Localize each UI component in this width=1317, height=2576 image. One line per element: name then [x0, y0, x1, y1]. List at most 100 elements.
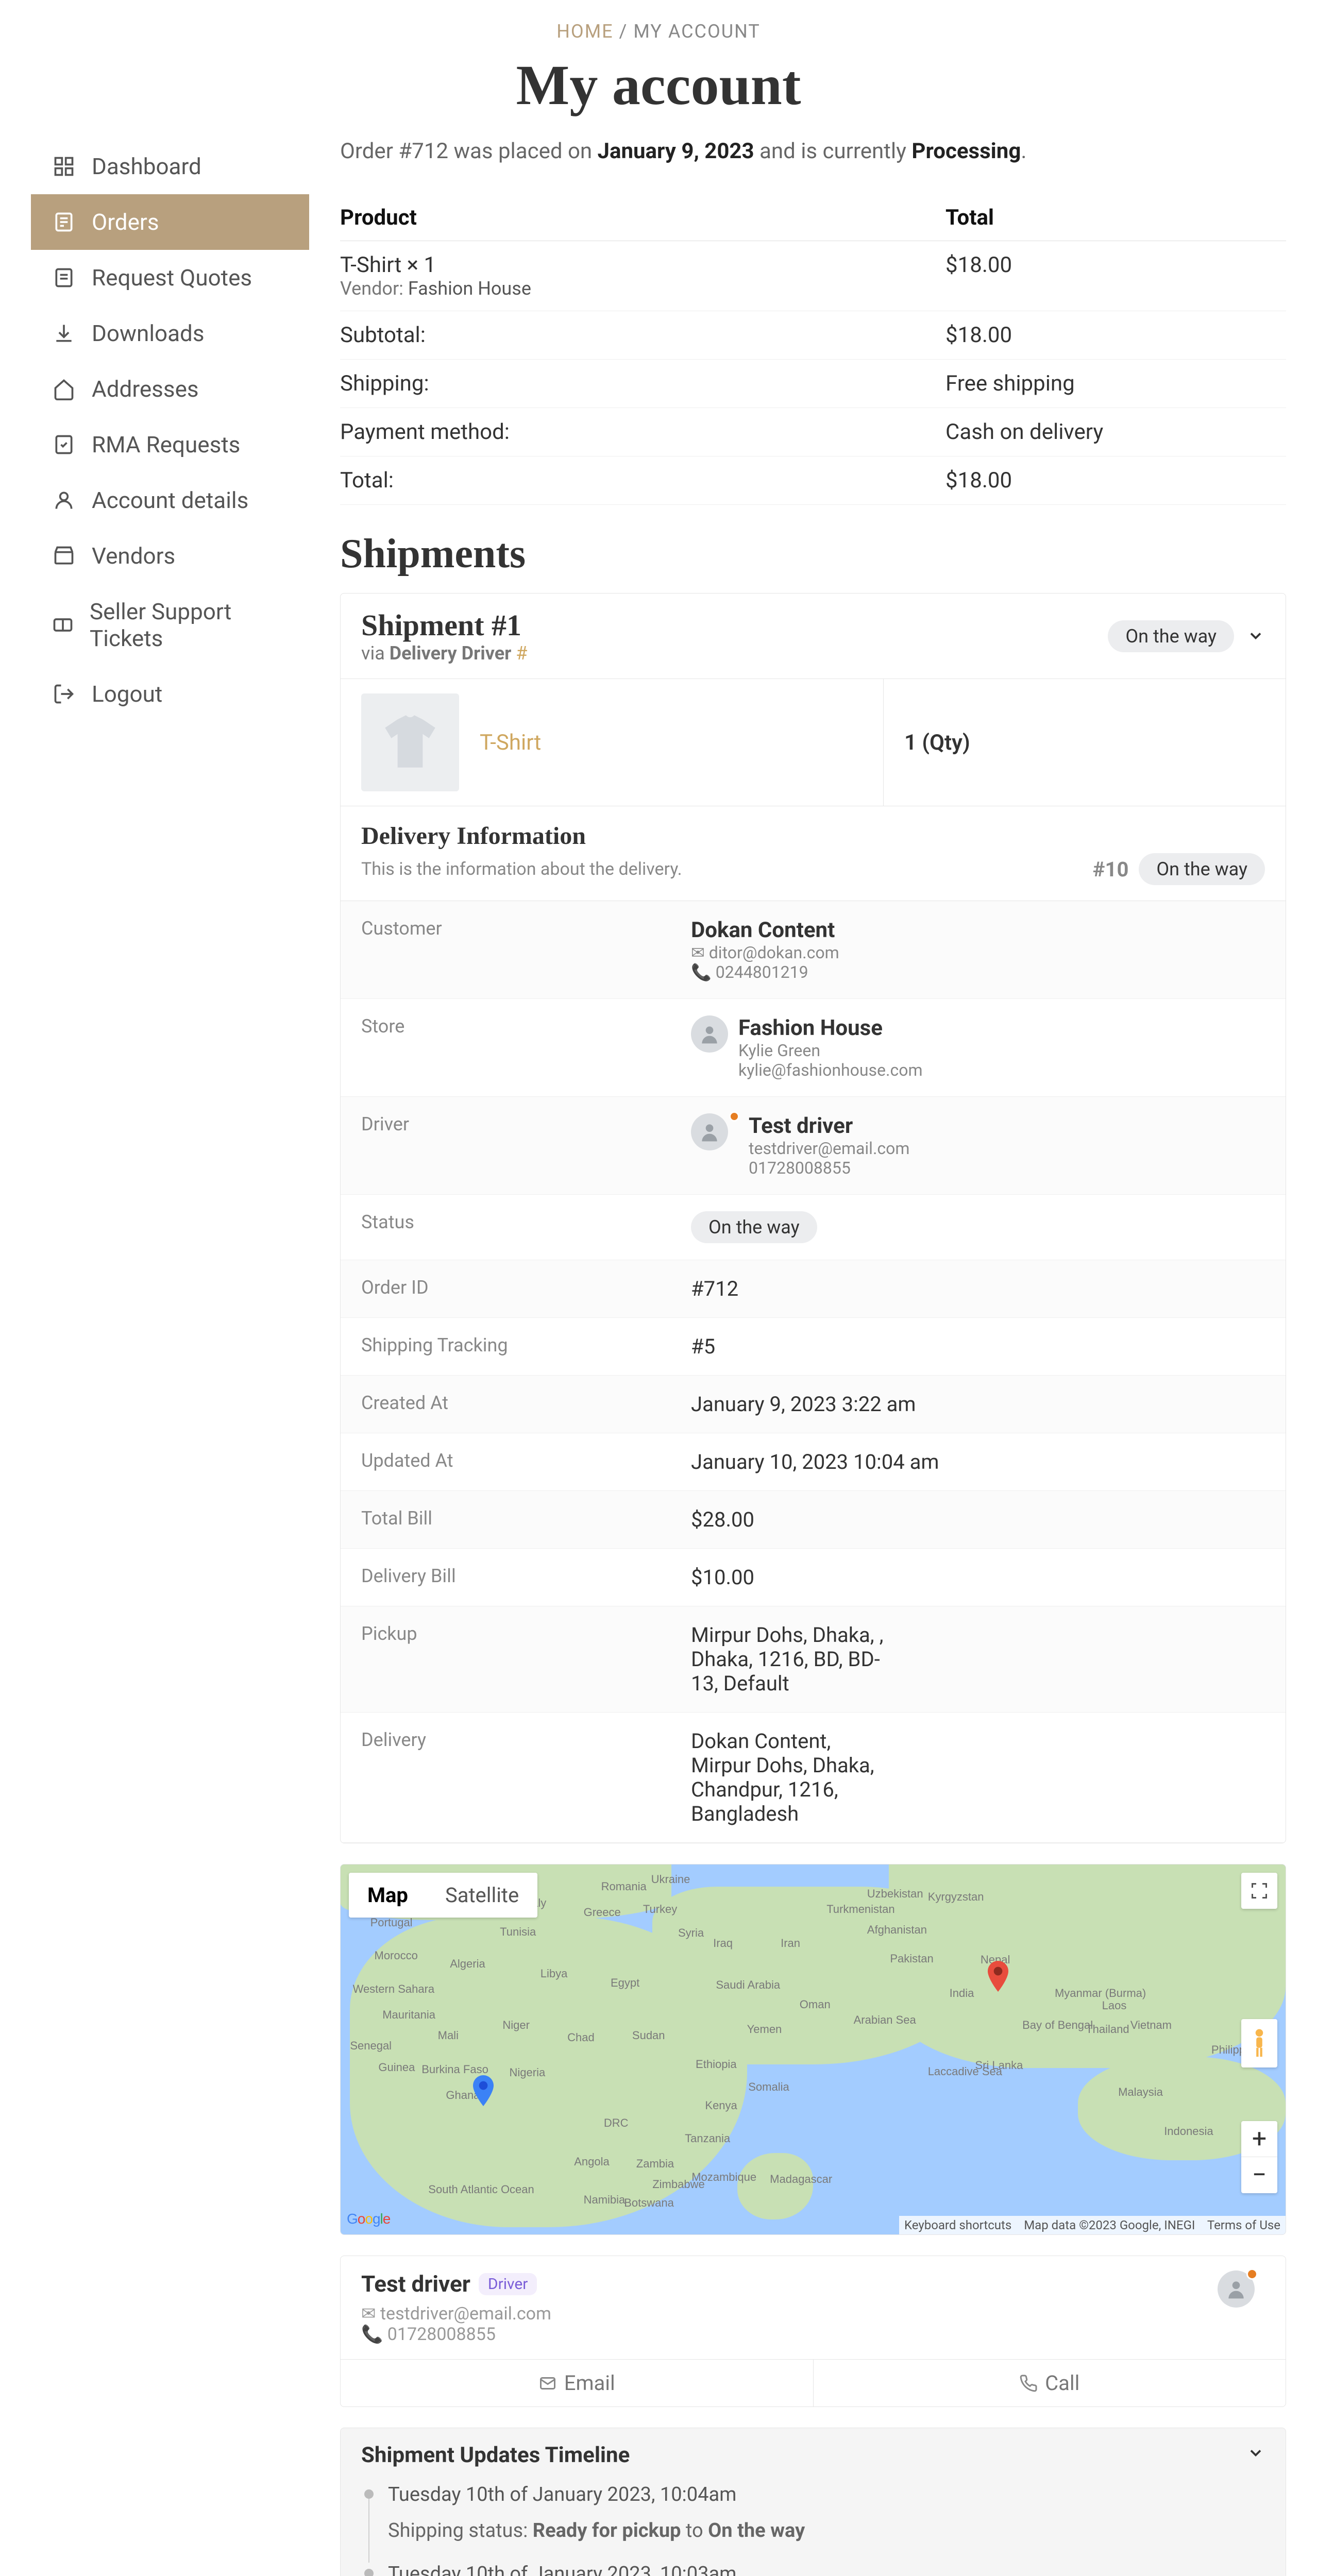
map-label: Arabian Sea: [854, 2013, 916, 2027]
total-value: Free shipping: [945, 360, 1286, 408]
sidebar-item-request-quotes[interactable]: Request Quotes: [31, 250, 309, 306]
map-btn-satellite[interactable]: Satellite: [427, 1873, 537, 1918]
breadcrumb-home[interactable]: Home: [556, 21, 613, 42]
product-name: T-Shirt × 1: [340, 252, 945, 278]
map-label: Mauritania: [382, 2008, 435, 2022]
info-row: StatusOn the way: [341, 1195, 1286, 1260]
sidebar-item-downloads[interactable]: Downloads: [31, 306, 309, 361]
fullscreen-icon[interactable]: [1241, 1873, 1277, 1909]
presence-dot: [1246, 2268, 1258, 2280]
info-row: Shipping Tracking#5: [341, 1318, 1286, 1376]
product-vendor: Vendor: Fashion House: [340, 278, 945, 299]
map-label: Ethiopia: [696, 2058, 737, 2071]
table-row: T-Shirt × 1Vendor: Fashion House$18.00: [340, 241, 1286, 311]
sidebar-item-label: Downloads: [92, 320, 205, 347]
account-sidebar: Dashboard Orders Request Quotes Downloads Ad…: [31, 139, 309, 2576]
map-label: Yemen: [747, 2023, 782, 2036]
info-label: Total Bill: [341, 1491, 670, 1548]
map-label: Vietnam: [1130, 2019, 1172, 2032]
map-attribution: Keyboard shortcuts Map data ©2023 Google…: [899, 2216, 1286, 2234]
map-label: Tunisia: [500, 1925, 536, 1939]
map-label: Algeria: [450, 1957, 485, 1971]
info-label: Order ID: [341, 1260, 670, 1317]
info-label: Updated At: [341, 1433, 670, 1490]
map-label: Turkmenistan: [826, 1903, 894, 1916]
sidebar-item-seller-support-tickets[interactable]: Seller Support Tickets: [31, 584, 309, 666]
info-value: Fashion HouseKylie Greenkylie@fashionhou…: [670, 999, 1286, 1096]
map-label: Niger: [502, 2019, 530, 2032]
order-table: Product Total T-Shirt × 1Vendor: Fashion…: [340, 195, 1286, 505]
map-label: Mozambique: [691, 2171, 756, 2184]
call-button[interactable]: Call: [814, 2360, 1286, 2406]
chevron-down-icon[interactable]: [1246, 620, 1265, 652]
map-label: Iraq: [713, 1937, 733, 1950]
map-label: Malaysia: [1118, 2086, 1163, 2099]
pegman-icon[interactable]: [1241, 2019, 1277, 2067]
chevron-down-icon[interactable]: [1246, 2443, 1265, 2468]
sidebar-item-vendors[interactable]: Vendors: [31, 528, 309, 584]
info-row: DriverTest drivertestdriver@email.com017…: [341, 1097, 1286, 1195]
info-row: Delivery Bill$10.00: [341, 1549, 1286, 1606]
map-label: Myanmar (Burma): [1055, 1987, 1146, 2000]
delivery-status-pill: On the way: [1139, 853, 1265, 885]
col-product: Product: [340, 195, 945, 241]
driver-phone: 📞 01728008855: [361, 2324, 551, 2345]
avatar: [691, 1113, 728, 1150]
sidebar-item-account-details[interactable]: Account details: [31, 472, 309, 528]
product-link[interactable]: T-Shirt: [480, 730, 541, 755]
table-row: Subtotal:$18.00: [340, 311, 1286, 360]
sidebar-item-logout[interactable]: Logout: [31, 666, 309, 722]
map-label: Iran: [781, 1937, 800, 1950]
info-label: Shipping Tracking: [341, 1318, 670, 1375]
map-label: Indonesia: [1164, 2125, 1213, 2138]
email-button[interactable]: Email: [341, 2360, 814, 2406]
shipment-title: Shipment #1: [361, 608, 527, 642]
map-label: DRC: [604, 2116, 629, 2130]
map-type-toggle[interactable]: Map Satellite: [349, 1873, 537, 1918]
dashboard-icon: [52, 154, 76, 179]
breadcrumb-current: My Account: [633, 21, 760, 42]
sidebar-item-label: Logout: [92, 681, 162, 707]
shipment-card: Shipment #1 via Delivery Driver # On the…: [340, 593, 1286, 1843]
shipments-heading: Shipments: [340, 531, 1286, 578]
sidebar-item-label: Orders: [92, 209, 159, 235]
breadcrumb: Home / My Account: [31, 0, 1286, 47]
total-value: $18.00: [945, 311, 1286, 360]
info-row: StoreFashion HouseKylie Greenkylie@fashi…: [341, 999, 1286, 1097]
map-label: Kenya: [705, 2099, 737, 2112]
info-label: Driver: [341, 1097, 670, 1194]
total-label: Payment method:: [340, 408, 945, 456]
zoom-out-button[interactable]: −: [1241, 2157, 1277, 2193]
sidebar-item-rma-requests[interactable]: RMA Requests: [31, 417, 309, 472]
timeline-item: Tuesday 10th of January 2023, 10:04amShi…: [361, 2483, 1265, 2542]
download-icon: [52, 321, 76, 346]
map-label: Libya: [541, 1967, 568, 1980]
map-label: Uzbekistan: [867, 1887, 923, 1901]
map-label: Madagascar: [770, 2173, 832, 2186]
info-row: Total Bill$28.00: [341, 1491, 1286, 1549]
map-label: Syria: [678, 1926, 704, 1940]
map-label: Laos: [1102, 1999, 1127, 2012]
sidebar-item-label: RMA Requests: [92, 431, 240, 458]
sidebar-item-dashboard[interactable]: Dashboard: [31, 139, 309, 194]
map-btn-map[interactable]: Map: [349, 1873, 427, 1918]
timeline-time: Tuesday 10th of January 2023, 10:03am: [388, 2563, 1265, 2576]
sidebar-item-orders[interactable]: Orders: [31, 194, 309, 250]
delivery-map[interactable]: PortugalMoroccoWestern SaharaMauritaniaM…: [340, 1864, 1286, 2235]
zoom-in-button[interactable]: +: [1241, 2121, 1277, 2157]
total-label: Subtotal:: [340, 311, 945, 360]
product-thumbnail: [361, 693, 459, 791]
info-row: Created AtJanuary 9, 2023 3:22 am: [341, 1376, 1286, 1433]
map-label: Botswana: [624, 2196, 674, 2210]
info-row: Updated AtJanuary 10, 2023 10:04 am: [341, 1433, 1286, 1491]
shipment-timeline: Shipment Updates Timeline Tuesday 10th o…: [340, 2428, 1286, 2576]
map-marker-blue: [473, 2075, 494, 2096]
total-label: Shipping:: [340, 360, 945, 408]
product-total: $18.00: [945, 241, 1286, 311]
table-row: Payment method:Cash on delivery: [340, 408, 1286, 456]
map-label: Sudan: [632, 2029, 665, 2042]
sidebar-item-addresses[interactable]: Addresses: [31, 361, 309, 417]
timeline-time: Tuesday 10th of January 2023, 10:04am: [388, 2483, 1265, 2506]
map-label: India: [950, 1987, 974, 2000]
map-label: Western Sahara: [353, 1982, 435, 1996]
